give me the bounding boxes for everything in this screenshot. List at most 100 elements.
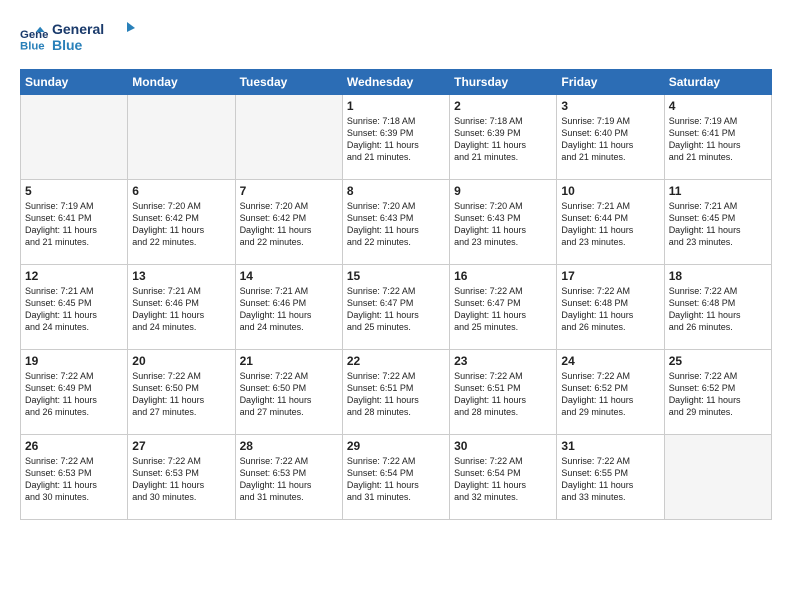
calendar-cell: 25 Sunrise: 7:22 AM Sunset: 6:52 PM Dayli…	[664, 350, 771, 435]
calendar-cell: 6Sunrise: 7:20 AM Sunset: 6:42 PM Daylig…	[128, 180, 235, 265]
calendar-cell: 29 Sunrise: 7:22 AM Sunset: 6:54 PM Dayli…	[342, 435, 449, 520]
week-row-2: 5 Sunrise: 7:19 AM Sunset: 6:41 PM Daylig…	[21, 180, 772, 265]
week-row-4: 19Sunrise: 7:22 AM Sunset: 6:49 PM Dayli…	[21, 350, 772, 435]
day-number: 13	[132, 269, 230, 283]
logo-icon: General Blue	[20, 25, 48, 53]
day-info: Sunrise: 7:22 AM Sunset: 6:48 PM Dayligh…	[669, 285, 767, 334]
day-info: Sunrise: 7:18 AM Sunset: 6:39 PM Dayligh…	[454, 115, 552, 164]
calendar-cell: 27 Sunrise: 7:22 AM Sunset: 6:53 PM Dayli…	[128, 435, 235, 520]
day-number: 9	[454, 184, 552, 198]
day-number: 17	[561, 269, 659, 283]
calendar-cell: 13Sunrise: 7:21 AM Sunset: 6:46 PM Dayli…	[128, 265, 235, 350]
day-number: 10	[561, 184, 659, 198]
week-row-1: 1 Sunrise: 7:18 AM Sunset: 6:39 PM Daylig…	[21, 95, 772, 180]
day-info: Sunrise: 7:20 AM Sunset: 6:43 PM Dayligh…	[454, 200, 552, 249]
day-info: Sunrise: 7:21 AM Sunset: 6:45 PM Dayligh…	[25, 285, 123, 334]
day-info: Sunrise: 7:22 AM Sunset: 6:53 PM Dayligh…	[25, 455, 123, 504]
calendar-cell	[128, 95, 235, 180]
svg-text:General: General	[20, 29, 48, 41]
calendar-cell	[235, 95, 342, 180]
day-info: Sunrise: 7:20 AM Sunset: 6:42 PM Dayligh…	[240, 200, 338, 249]
day-info: Sunrise: 7:22 AM Sunset: 6:51 PM Dayligh…	[347, 370, 445, 419]
calendar-cell: 12 Sunrise: 7:21 AM Sunset: 6:45 PM Dayli…	[21, 265, 128, 350]
day-info: Sunrise: 7:22 AM Sunset: 6:54 PM Dayligh…	[454, 455, 552, 504]
weekday-tuesday: Tuesday	[235, 70, 342, 95]
day-number: 26	[25, 439, 123, 453]
calendar-cell: 16Sunrise: 7:22 AM Sunset: 6:47 PM Dayli…	[450, 265, 557, 350]
day-info: Sunrise: 7:22 AM Sunset: 6:48 PM Dayligh…	[561, 285, 659, 334]
weekday-monday: Monday	[128, 70, 235, 95]
day-info: Sunrise: 7:19 AM Sunset: 6:41 PM Dayligh…	[669, 115, 767, 164]
calendar-cell: 1 Sunrise: 7:18 AM Sunset: 6:39 PM Daylig…	[342, 95, 449, 180]
calendar-cell: 19Sunrise: 7:22 AM Sunset: 6:49 PM Dayli…	[21, 350, 128, 435]
day-info: Sunrise: 7:21 AM Sunset: 6:46 PM Dayligh…	[240, 285, 338, 334]
weekday-sunday: Sunday	[21, 70, 128, 95]
calendar-cell: 15Sunrise: 7:22 AM Sunset: 6:47 PM Dayli…	[342, 265, 449, 350]
day-number: 28	[240, 439, 338, 453]
logo-svg: General Blue	[52, 18, 142, 54]
day-info: Sunrise: 7:22 AM Sunset: 6:51 PM Dayligh…	[454, 370, 552, 419]
calendar-cell: 31 Sunrise: 7:22 AM Sunset: 6:55 PM Dayli…	[557, 435, 664, 520]
calendar-cell: 8 Sunrise: 7:20 AM Sunset: 6:43 PM Daylig…	[342, 180, 449, 265]
calendar-cell: 24 Sunrise: 7:22 AM Sunset: 6:52 PM Dayli…	[557, 350, 664, 435]
day-number: 7	[240, 184, 338, 198]
calendar-cell: 18Sunrise: 7:22 AM Sunset: 6:48 PM Dayli…	[664, 265, 771, 350]
day-info: Sunrise: 7:21 AM Sunset: 6:44 PM Dayligh…	[561, 200, 659, 249]
calendar-table: SundayMondayTuesdayWednesdayThursdayFrid…	[20, 69, 772, 520]
weekday-header-row: SundayMondayTuesdayWednesdayThursdayFrid…	[21, 70, 772, 95]
calendar-cell: 28 Sunrise: 7:22 AM Sunset: 6:53 PM Dayli…	[235, 435, 342, 520]
day-info: Sunrise: 7:20 AM Sunset: 6:42 PM Dayligh…	[132, 200, 230, 249]
day-info: Sunrise: 7:19 AM Sunset: 6:40 PM Dayligh…	[561, 115, 659, 164]
day-number: 1	[347, 99, 445, 113]
weekday-saturday: Saturday	[664, 70, 771, 95]
day-number: 25	[669, 354, 767, 368]
calendar-cell: 10 Sunrise: 7:21 AM Sunset: 6:44 PM Dayli…	[557, 180, 664, 265]
weekday-wednesday: Wednesday	[342, 70, 449, 95]
day-number: 3	[561, 99, 659, 113]
day-number: 27	[132, 439, 230, 453]
day-number: 4	[669, 99, 767, 113]
day-number: 31	[561, 439, 659, 453]
day-number: 5	[25, 184, 123, 198]
day-info: Sunrise: 7:22 AM Sunset: 6:54 PM Dayligh…	[347, 455, 445, 504]
day-number: 30	[454, 439, 552, 453]
day-number: 2	[454, 99, 552, 113]
day-number: 20	[132, 354, 230, 368]
day-number: 29	[347, 439, 445, 453]
day-number: 14	[240, 269, 338, 283]
day-number: 11	[669, 184, 767, 198]
day-number: 24	[561, 354, 659, 368]
calendar-cell	[664, 435, 771, 520]
calendar-cell: 7 Sunrise: 7:20 AM Sunset: 6:42 PM Daylig…	[235, 180, 342, 265]
day-info: Sunrise: 7:22 AM Sunset: 6:47 PM Dayligh…	[454, 285, 552, 334]
day-number: 22	[347, 354, 445, 368]
day-info: Sunrise: 7:20 AM Sunset: 6:43 PM Dayligh…	[347, 200, 445, 249]
calendar-cell: 11Sunrise: 7:21 AM Sunset: 6:45 PM Dayli…	[664, 180, 771, 265]
day-number: 23	[454, 354, 552, 368]
weekday-friday: Friday	[557, 70, 664, 95]
svg-text:Blue: Blue	[20, 40, 45, 52]
day-info: Sunrise: 7:22 AM Sunset: 6:55 PM Dayligh…	[561, 455, 659, 504]
calendar-cell: 14 Sunrise: 7:21 AM Sunset: 6:46 PM Dayli…	[235, 265, 342, 350]
week-row-5: 26 Sunrise: 7:22 AM Sunset: 6:53 PM Dayli…	[21, 435, 772, 520]
svg-text:General: General	[52, 21, 104, 37]
calendar-cell: 9 Sunrise: 7:20 AM Sunset: 6:43 PM Daylig…	[450, 180, 557, 265]
day-info: Sunrise: 7:22 AM Sunset: 6:53 PM Dayligh…	[240, 455, 338, 504]
calendar-cell: 26 Sunrise: 7:22 AM Sunset: 6:53 PM Dayli…	[21, 435, 128, 520]
calendar-cell: 23 Sunrise: 7:22 AM Sunset: 6:51 PM Dayli…	[450, 350, 557, 435]
calendar-cell	[21, 95, 128, 180]
svg-text:Blue: Blue	[52, 37, 83, 53]
day-number: 12	[25, 269, 123, 283]
page-header: General Blue General Blue	[20, 18, 772, 59]
day-info: Sunrise: 7:19 AM Sunset: 6:41 PM Dayligh…	[25, 200, 123, 249]
day-number: 8	[347, 184, 445, 198]
calendar-cell: 21Sunrise: 7:22 AM Sunset: 6:50 PM Dayli…	[235, 350, 342, 435]
day-info: Sunrise: 7:18 AM Sunset: 6:39 PM Dayligh…	[347, 115, 445, 164]
day-info: Sunrise: 7:22 AM Sunset: 6:53 PM Dayligh…	[132, 455, 230, 504]
week-row-3: 12 Sunrise: 7:21 AM Sunset: 6:45 PM Dayli…	[21, 265, 772, 350]
day-info: Sunrise: 7:22 AM Sunset: 6:47 PM Dayligh…	[347, 285, 445, 334]
day-info: Sunrise: 7:22 AM Sunset: 6:50 PM Dayligh…	[132, 370, 230, 419]
day-info: Sunrise: 7:22 AM Sunset: 6:52 PM Dayligh…	[561, 370, 659, 419]
weekday-thursday: Thursday	[450, 70, 557, 95]
day-info: Sunrise: 7:22 AM Sunset: 6:52 PM Dayligh…	[669, 370, 767, 419]
